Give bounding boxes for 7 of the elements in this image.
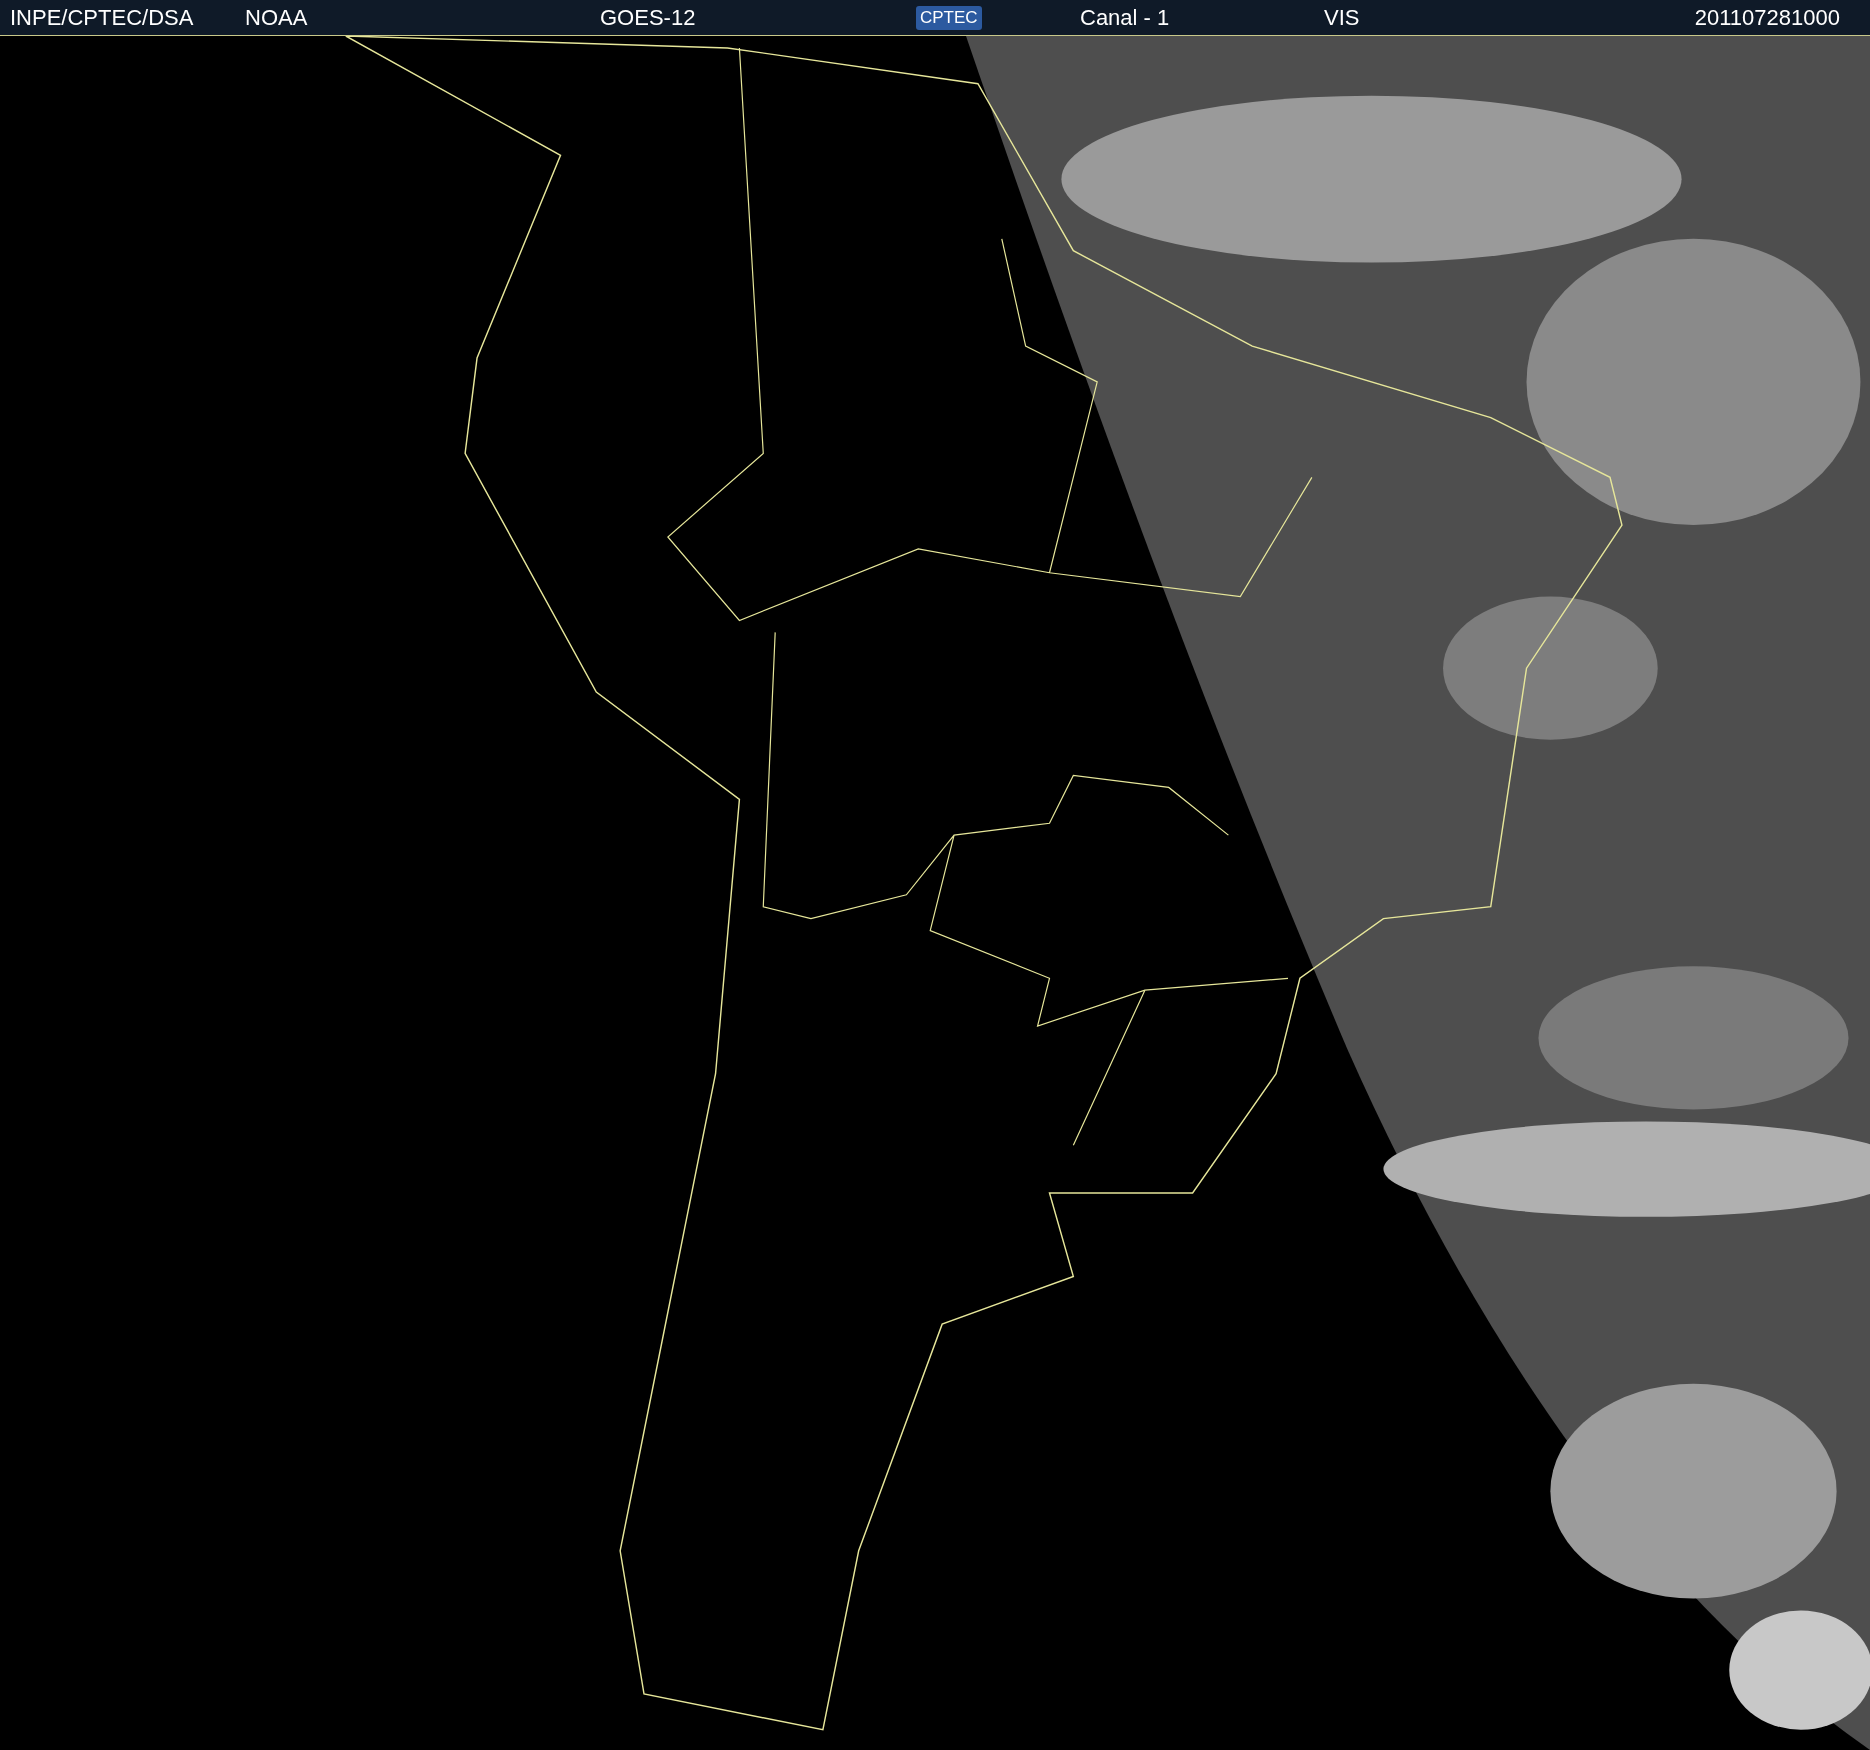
band-label: VIS — [1324, 4, 1360, 31]
logo: CPTEC — [916, 5, 982, 30]
channel-label: Canal - 1 — [1080, 4, 1171, 31]
satellite-label: GOES-12 — [600, 4, 697, 31]
source-label: INPE/CPTEC/DSA — [10, 4, 195, 31]
agency-label: NOAA — [245, 4, 309, 31]
timestamp-label: 201107281000 — [1694, 4, 1840, 31]
